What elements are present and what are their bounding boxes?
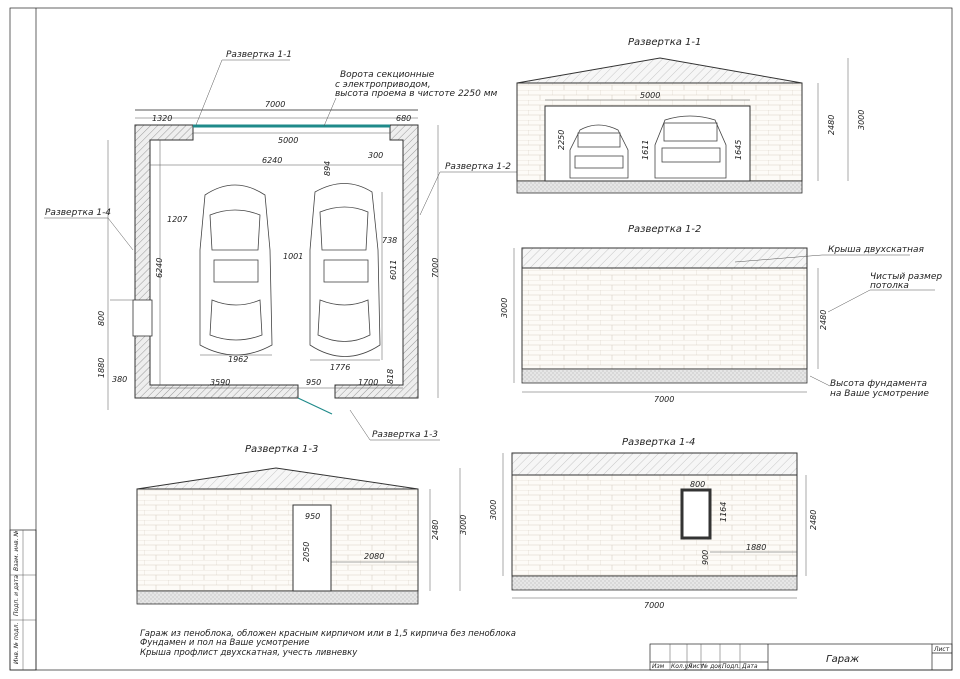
dim-380: 380 — [112, 375, 127, 384]
label-razvertka-1-3-plan: Развертка 1-3 — [372, 430, 438, 440]
general-notes: Гараж из пеноблока, обложен красным кирп… — [140, 629, 516, 658]
elevation-1-3-title: Развертка 1-3 — [245, 444, 318, 455]
drawing-sheet: 7000 1320 680 5000 6240 300 894 1207 100… — [9, 7, 953, 671]
elev14-dim-3000: 3000 — [489, 500, 498, 520]
note-line-3: Крыша профлист двухскатная, учесть ливне… — [140, 648, 358, 658]
elev14-dim-1164: 1164 — [719, 502, 728, 522]
note-line-2: Фундамен и пол на Ваше усмотрение — [140, 638, 309, 648]
elev11-roof — [516, 57, 803, 84]
dim-1962: 1962 — [228, 355, 248, 364]
elev12-dim-2480: 2480 — [819, 310, 828, 330]
dim-inner-6240: 6240 — [262, 156, 282, 165]
roof-note: Крыша двухскатная — [828, 245, 925, 255]
elev12-roof — [521, 247, 808, 269]
elevation-1-1-title: Развертка 1-1 — [628, 37, 701, 48]
label-razvertka-1-2-plan: Развертка 1-2 — [445, 162, 511, 172]
elev13-roof — [136, 467, 419, 490]
dim-800: 800 — [97, 311, 106, 326]
elevation-1-2-title: Развертка 1-2 — [628, 224, 701, 235]
elevation-1-4: Развертка 1-4 800 1164 900 1880 3000 248… — [489, 437, 818, 610]
stamp-col-5: Подп. — [722, 663, 740, 670]
ceiling-note-line2: потолка — [870, 281, 909, 291]
plan-wall-right — [334, 124, 419, 399]
side-stamp-2: Подп. и дата — [13, 575, 20, 616]
dim-738: 738 — [382, 236, 397, 245]
elev14-dim-2480: 2480 — [809, 510, 818, 530]
gate-note-line1: Ворота секционные — [340, 70, 435, 80]
elev11-dim-2250: 2250 — [557, 130, 566, 150]
gate-note-line3: высота проема в чистоте 2250 мм — [335, 89, 498, 99]
elev12-dim-3000: 3000 — [500, 298, 509, 318]
dim-1001: 1001 — [283, 252, 303, 261]
elevation-1-4-title: Развертка 1-4 — [622, 437, 695, 448]
stamp-col-6: Дата — [741, 663, 758, 670]
dim-1880: 1880 — [97, 358, 106, 378]
elev13-wall — [136, 488, 419, 592]
stamp-col-4: № док. — [701, 663, 724, 670]
label-razvertka-1-4-plan: Развертка 1-4 — [45, 208, 111, 218]
elev12-wall — [521, 267, 808, 370]
side-stamp-3: Взам. инв. № — [13, 530, 20, 571]
elevation-1-3: Развертка 1-3 950 2050 2080 2480 3000 — [136, 444, 468, 605]
dim-1207: 1207 — [167, 215, 188, 224]
elev11-dim-1611: 1611 — [641, 140, 650, 160]
elev11-dim-1645: 1645 — [734, 140, 743, 160]
dim-6240-left: 6240 — [155, 258, 164, 278]
stamp-sheet-label: Лист — [933, 646, 950, 653]
elevation-1-1: Развертка 1-1 5000 2250 1611 1645 2480 3… — [516, 37, 866, 194]
dim-1776: 1776 — [330, 363, 350, 372]
plan-window-opening — [132, 299, 153, 337]
dim-894: 894 — [323, 161, 332, 176]
stamp-title: Гараж — [826, 654, 859, 665]
foundation-note-line2: на Ваше усмотрение — [830, 389, 929, 399]
elev14-window — [680, 488, 712, 540]
stamp-col-1: Изм — [652, 663, 665, 670]
elev13-dim-3000: 3000 — [459, 515, 468, 535]
elev13-dim-2080: 2080 — [364, 552, 384, 561]
elev14-dim-7000: 7000 — [644, 601, 664, 610]
elevation-1-2: Развертка 1-2 3000 2480 7000 Крыша двухс… — [500, 224, 942, 404]
elev14-dim-800: 800 — [690, 480, 705, 489]
elev11-dim-2480: 2480 — [827, 115, 836, 135]
elev13-foundation — [136, 590, 419, 605]
dim-gate-5000: 5000 — [278, 136, 298, 145]
dim-1320: 1320 — [152, 114, 172, 123]
car-top-view-right — [309, 183, 381, 357]
elev12-foundation — [521, 368, 808, 384]
door-leaf — [297, 397, 333, 415]
elev11-dim-3000: 3000 — [857, 110, 866, 130]
elev13-dim-950: 950 — [305, 512, 320, 521]
elev14-wall — [511, 474, 798, 577]
dim-680: 680 — [396, 114, 411, 123]
dim-300: 300 — [368, 151, 383, 160]
elev14-roof — [511, 452, 798, 476]
elev11-dim-5000: 5000 — [640, 91, 660, 100]
dim-6011: 6011 — [389, 260, 398, 280]
dim-7000-right: 7000 — [431, 258, 440, 278]
elev11-foundation — [516, 180, 803, 194]
dim-3590: 3590 — [210, 378, 230, 387]
dim-1700: 1700 — [358, 378, 378, 387]
elev14-dim-900: 900 — [701, 550, 710, 565]
label-razvertka-1-1-plan: Развертка 1-1 — [226, 50, 292, 60]
elev13-dim-2480: 2480 — [431, 520, 440, 540]
elev12-dim-7000: 7000 — [654, 395, 674, 404]
dim-950: 950 — [306, 378, 321, 387]
foundation-note-line1: Высота фундамента — [830, 379, 927, 389]
dim-818: 818 — [386, 369, 395, 384]
car-top-view-left — [199, 184, 273, 356]
dim-7000-top: 7000 — [265, 100, 285, 109]
elev13-dim-2050: 2050 — [302, 542, 311, 562]
elev14-dim-1880: 1880 — [746, 543, 766, 552]
floor-plan: 7000 1320 680 5000 6240 300 894 1207 100… — [44, 50, 520, 441]
side-stamp-1: Инв. № подл. — [13, 623, 20, 664]
elev14-foundation — [511, 575, 798, 591]
